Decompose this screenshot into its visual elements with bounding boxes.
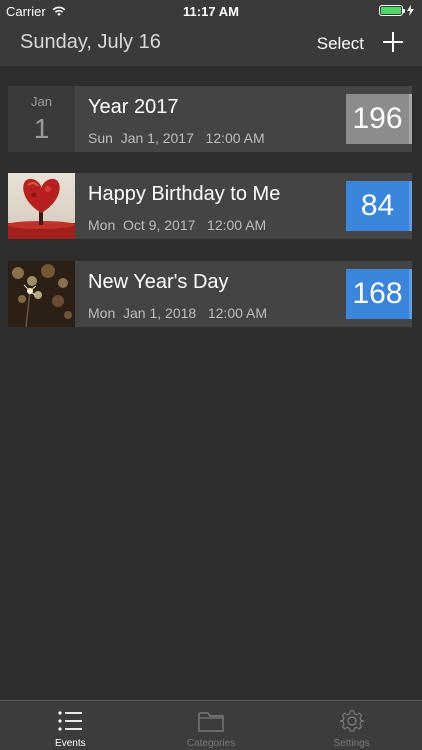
event-date-tile: Jan 1 <box>8 86 75 152</box>
event-date: Sun Jan 1, 2017 12:00 AM <box>88 130 265 146</box>
charging-bolt-icon <box>407 5 414 16</box>
event-days-count: 196 <box>346 94 412 144</box>
nav-title: Sunday, July 16 <box>20 31 161 53</box>
tab-label: Settings <box>333 738 370 749</box>
event-row-new-years-day[interactable]: New Year's Day Mon Jan 1, 2018 12:00 AM … <box>8 261 412 327</box>
event-days-count: 168 <box>346 269 412 319</box>
status-bar: Carrier 11:17 AM <box>0 0 422 22</box>
status-time: 11:17 AM <box>183 4 239 19</box>
event-date: Mon Oct 9, 2017 12:00 AM <box>88 217 267 233</box>
event-row-year-2017[interactable]: Jan 1 Year 2017 Sun Jan 1, 2017 12:00 AM… <box>8 86 412 152</box>
tab-label: Categories <box>186 738 236 749</box>
sparkler-image <box>8 261 75 327</box>
event-days-count: 84 <box>346 181 412 231</box>
heart-tree-image <box>8 173 75 239</box>
date-tile-day: 1 <box>33 113 50 144</box>
event-thumbnail <box>8 173 75 239</box>
tab-events[interactable]: Events <box>0 701 141 750</box>
folder-icon <box>198 712 224 732</box>
date-tile-month: Jan <box>31 94 52 109</box>
status-right <box>379 5 414 16</box>
add-button[interactable] <box>382 31 404 53</box>
tab-bar: Events Categories Settings <box>0 700 422 750</box>
gear-icon <box>339 710 364 732</box>
nav-bar: Sunday, July 16 Select <box>0 22 422 66</box>
event-date: Mon Jan 1, 2018 12:00 AM <box>88 305 268 321</box>
event-title: Happy Birthday to Me <box>88 183 281 205</box>
event-title: New Year's Day <box>88 271 229 293</box>
tab-label: Events <box>55 738 86 749</box>
tab-categories[interactable]: Categories <box>141 701 282 750</box>
event-title: Year 2017 <box>88 96 179 118</box>
battery-icon <box>379 5 405 16</box>
event-row-happy-birthday[interactable]: Happy Birthday to Me Mon Oct 9, 2017 12:… <box>8 173 412 239</box>
select-button[interactable]: Select <box>317 34 364 54</box>
tab-settings[interactable]: Settings <box>281 701 422 750</box>
plus-icon <box>383 32 403 52</box>
list-icon <box>58 711 83 731</box>
battery-level <box>381 7 401 14</box>
event-thumbnail <box>8 261 75 327</box>
